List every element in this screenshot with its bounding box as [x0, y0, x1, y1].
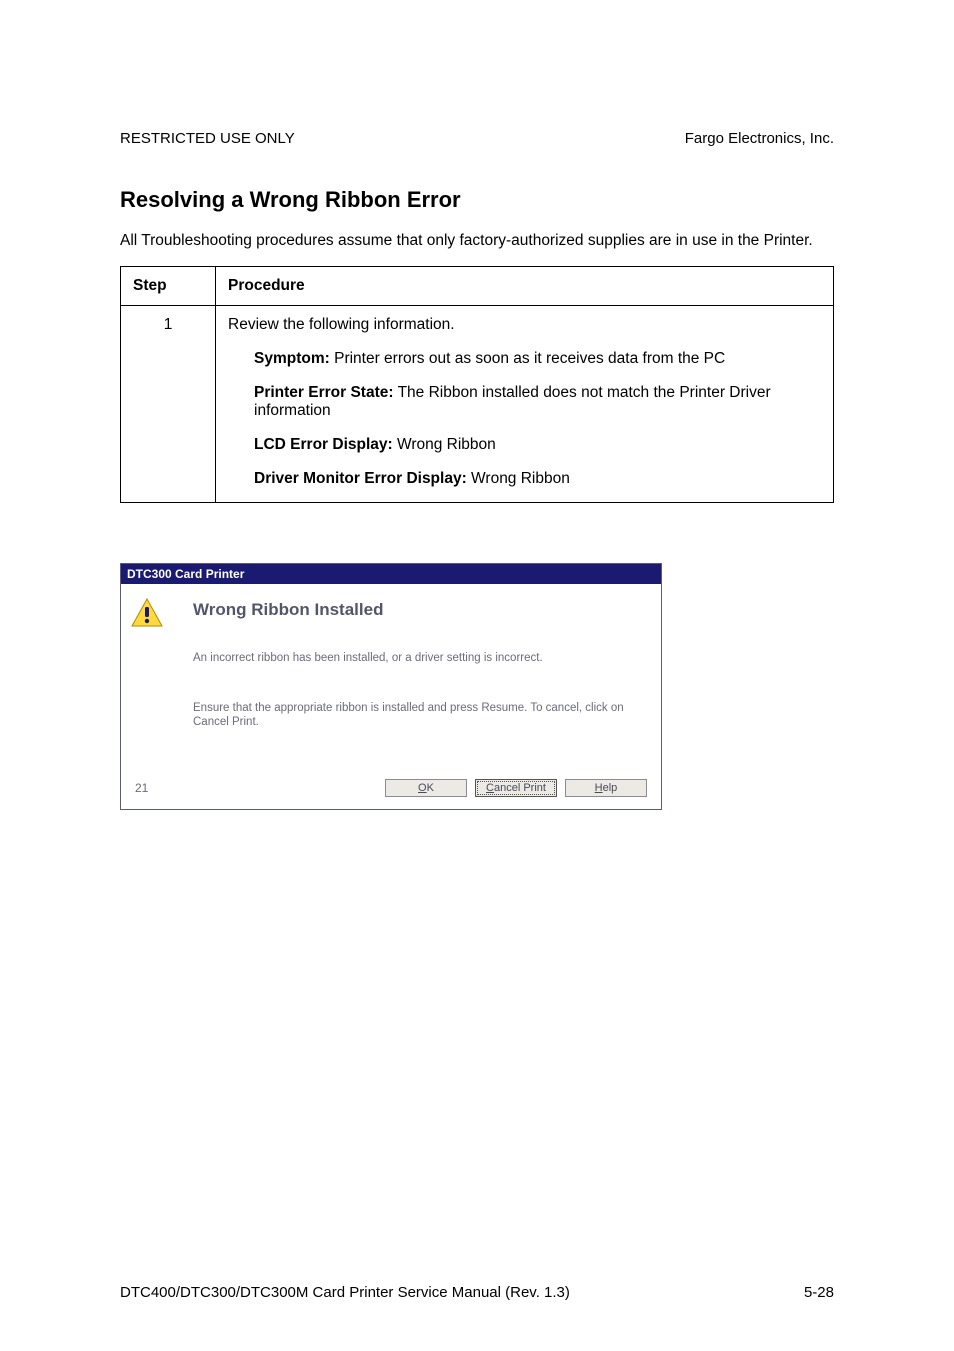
review-line: Review the following information. — [228, 316, 821, 334]
lcd-line: LCD Error Display: Wrong Ribbon — [254, 436, 821, 454]
lcd-text: Wrong Ribbon — [393, 436, 496, 453]
section-title: Resolving a Wrong Ribbon Error — [120, 187, 834, 213]
restricted-label: RESTRICTED USE ONLY — [120, 130, 295, 147]
dialog-heading: Wrong Ribbon Installed — [193, 600, 647, 620]
driver-line: Driver Monitor Error Display: Wrong Ribb… — [254, 470, 821, 488]
procedure-table: Step Procedure 1 Review the following in… — [120, 266, 834, 503]
col-header-procedure: Procedure — [216, 266, 834, 305]
state-label: Printer Error State: — [254, 384, 394, 401]
col-header-step: Step — [121, 266, 216, 305]
symptom-label: Symptom: — [254, 350, 330, 367]
printer-state-line: Printer Error State: The Ribbon installe… — [254, 384, 821, 420]
help-button[interactable]: Help — [565, 779, 647, 797]
driver-text: Wrong Ribbon — [467, 470, 570, 487]
dialog-message-1: An incorrect ribbon has been installed, … — [193, 652, 647, 666]
company-label: Fargo Electronics, Inc. — [685, 130, 834, 147]
dialog-titlebar: DTC300 Card Printer — [121, 564, 661, 584]
error-dialog: DTC300 Card Printer Wrong Ribbon Install… — [120, 563, 662, 810]
footer-left: DTC400/DTC300/DTC300M Card Printer Servi… — [120, 1284, 570, 1301]
ok-button[interactable]: OK — [385, 779, 467, 797]
dialog-message-2: Ensure that the appropriate ribbon is in… — [193, 702, 647, 730]
symptom-line: Symptom: Printer errors out as soon as i… — [254, 350, 821, 368]
dialog-counter: 21 — [135, 781, 148, 795]
table-row: 1 Review the following information. Symp… — [121, 305, 834, 502]
intro-paragraph: All Troubleshooting procedures assume th… — [120, 231, 834, 252]
driver-label: Driver Monitor Error Display: — [254, 470, 467, 487]
procedure-cell: Review the following information. Sympto… — [216, 305, 834, 502]
table-header-row: Step Procedure — [121, 266, 834, 305]
step-number: 1 — [121, 305, 216, 502]
symptom-text: Printer errors out as soon as it receive… — [330, 350, 725, 367]
warning-icon — [131, 598, 185, 628]
footer-page-number: 5-28 — [804, 1284, 834, 1301]
lcd-label: LCD Error Display: — [254, 436, 393, 453]
cancel-print-button[interactable]: Cancel Print — [475, 779, 557, 797]
